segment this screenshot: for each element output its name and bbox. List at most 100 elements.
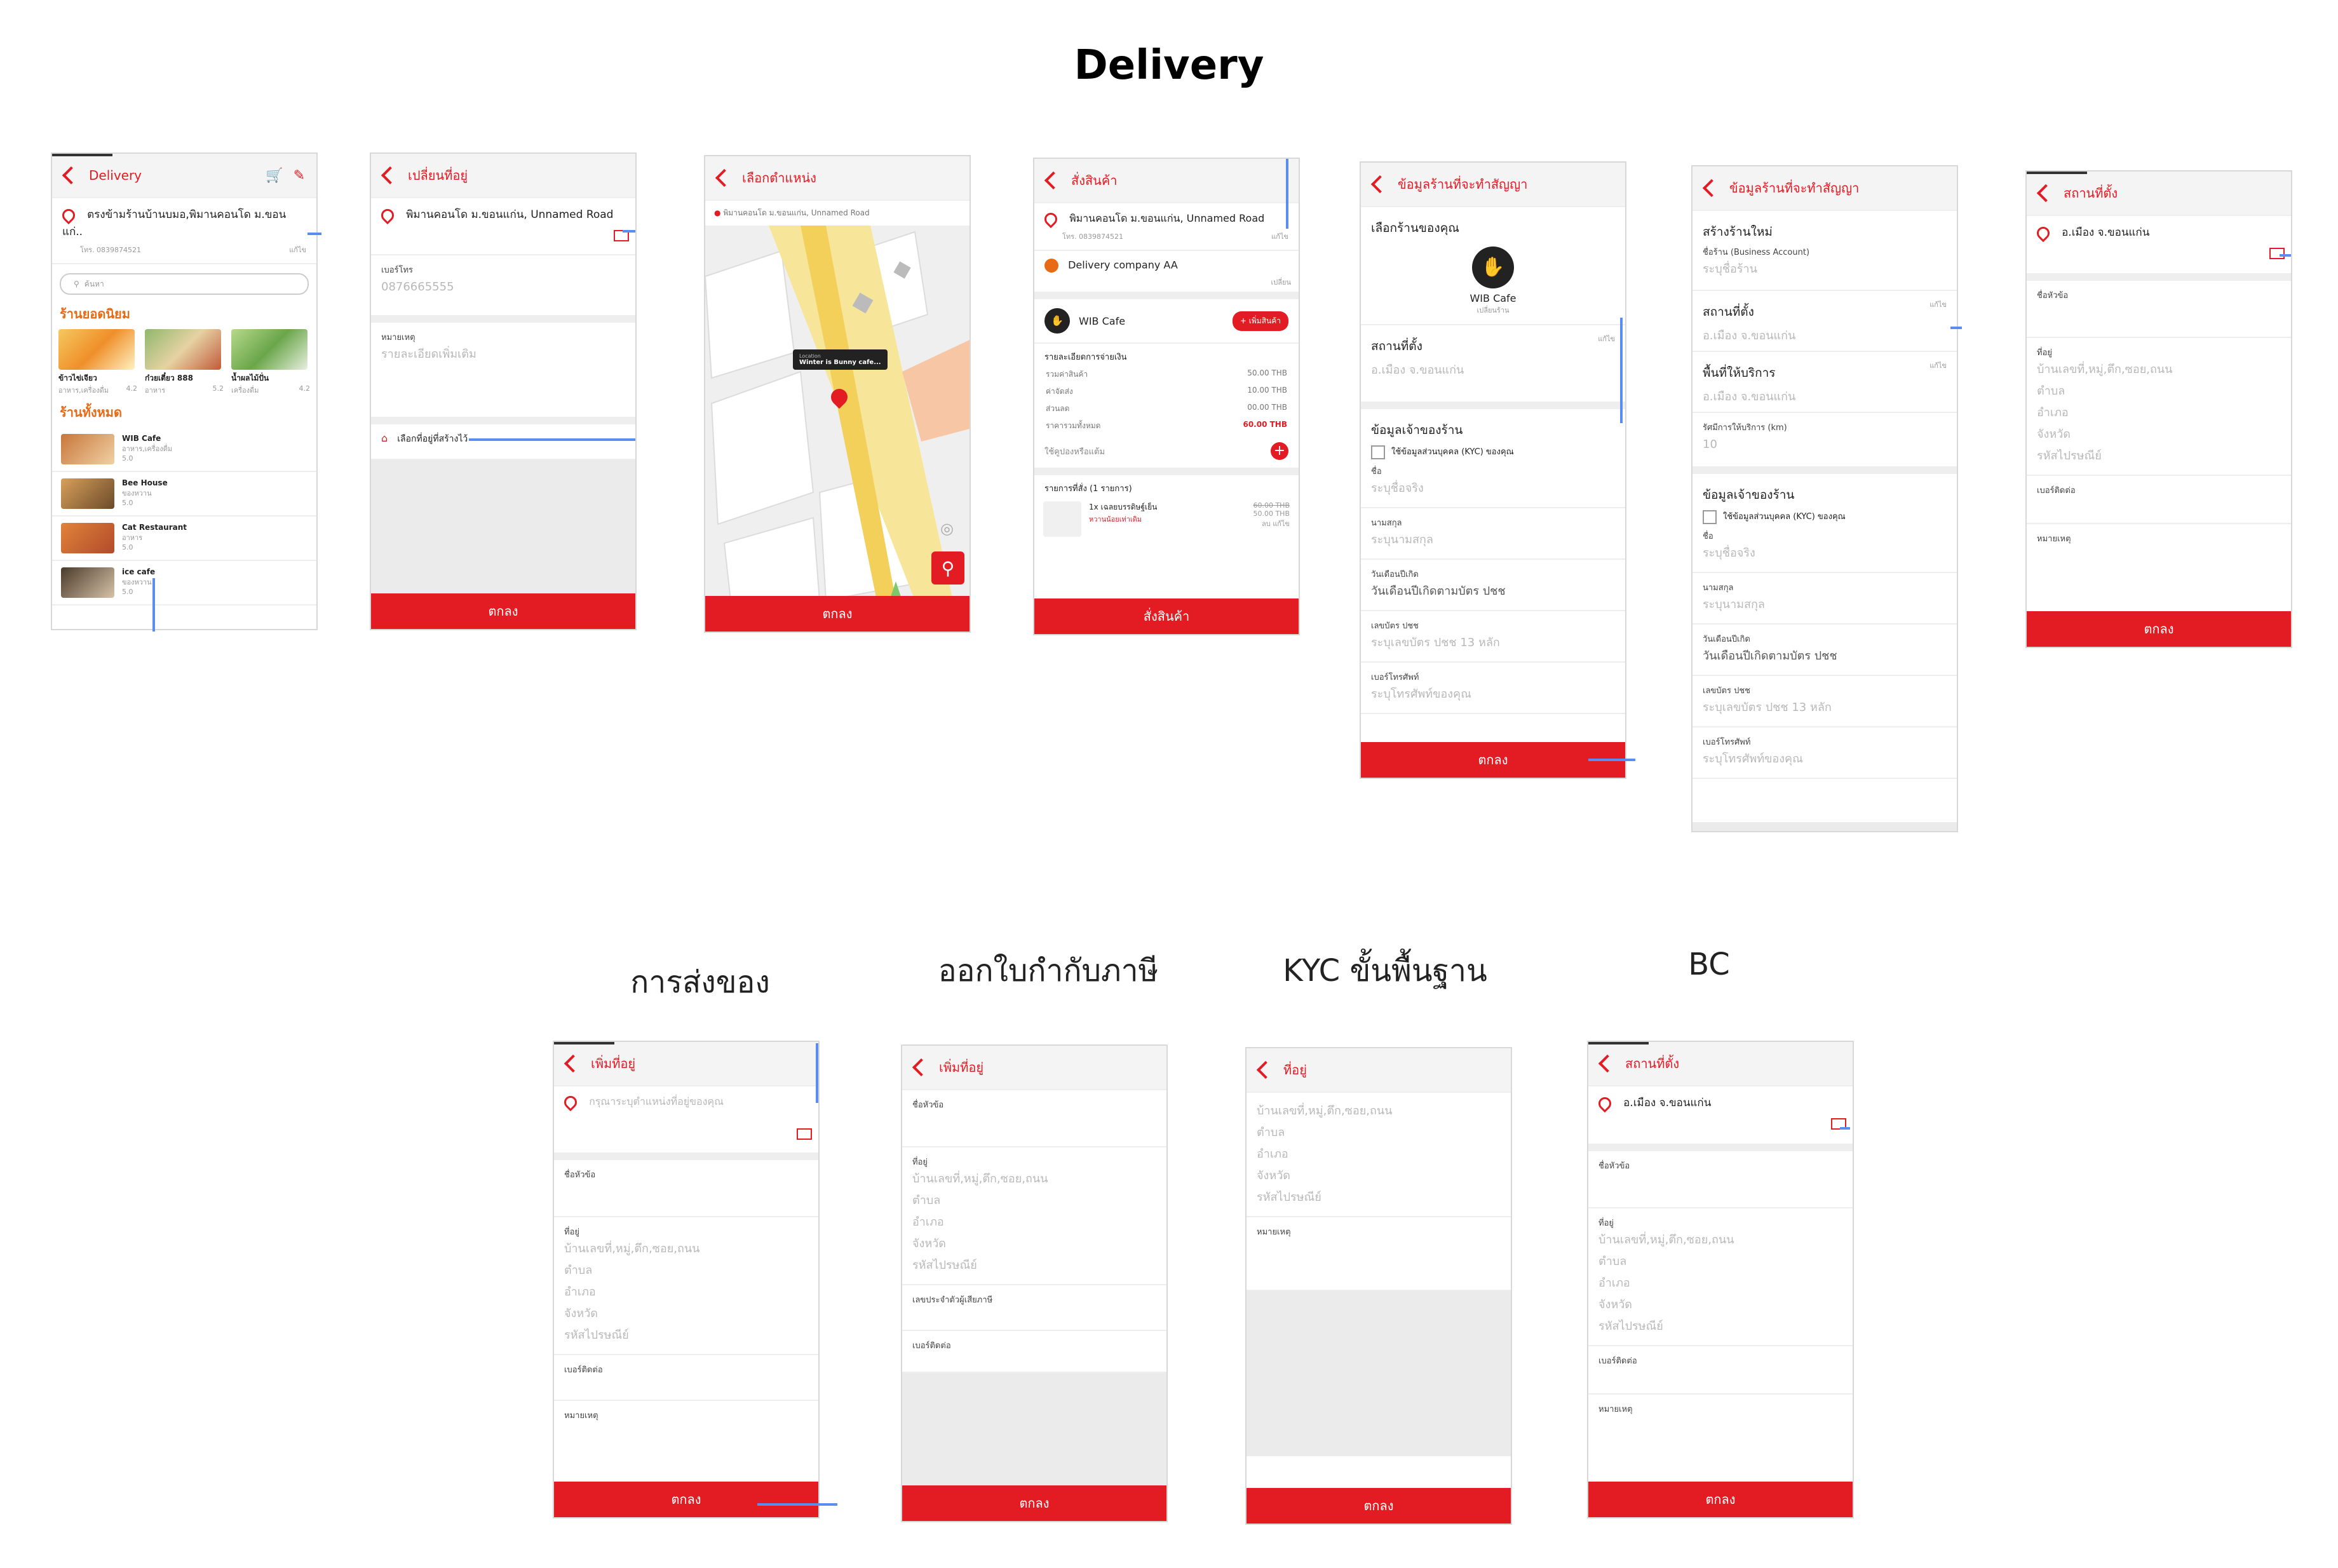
field-input[interactable]: ระบุนามสกุล	[1703, 594, 1947, 616]
name-field[interactable]: ชื่อหัวข้อ	[1588, 1151, 1853, 1208]
subdistrict-input[interactable]: ตำบล	[1598, 1251, 1842, 1273]
field-input[interactable]: ระบุโทรศัพท์ของคุณ	[1703, 748, 1947, 770]
delivery-company-row[interactable]: Delivery company AA เปลี่ยน	[1034, 251, 1299, 293]
shop-row[interactable]: Bee House ของหวาน 5.0	[52, 472, 316, 517]
search-icon[interactable]: ⚲	[931, 551, 964, 585]
note-field[interactable]: หมายเหตุ	[1588, 1395, 1853, 1467]
edit-link[interactable]: แก้ไข	[1598, 333, 1615, 360]
ok-button[interactable]: ตกลง	[902, 1485, 1166, 1521]
field-input[interactable]: ระบุโทรศัพท์ของคุณ	[1371, 684, 1615, 705]
form-field[interactable]: นามสกุล ระบุนามสกุล	[1693, 573, 1957, 625]
business-input[interactable]: ระบุชื่อร้าน	[1703, 259, 1947, 280]
pin-icon[interactable]: ✎	[294, 168, 305, 184]
address-field[interactable]: ที่อยู่ บ้านเลขที่,หมู่,ตึก,ซอย,ถนน ตำบล…	[902, 1147, 1166, 1285]
shop-row[interactable]: Cat Restaurant อาหาร 5.0	[52, 517, 316, 561]
contact-field[interactable]: เบอร์ติดต่อ	[1588, 1346, 1853, 1395]
form-field[interactable]: เบอร์โทรศัพท์ ระบุโทรศัพท์ของคุณ	[1361, 663, 1625, 714]
address-field[interactable]: ที่อยู่ บ้านเลขที่,หมู่,ตึก,ซอย,ถนน ตำบล…	[1588, 1208, 1853, 1346]
ok-button[interactable]: ตกลง	[705, 596, 970, 632]
plus-icon[interactable]: +	[1271, 442, 1288, 460]
coupon-row[interactable]: ใช้คูปองหรือแต้ม +	[1034, 435, 1299, 469]
order-button[interactable]: สั่งสินค้า	[1034, 598, 1299, 634]
add-product-button[interactable]: + เพิ่มสินค้า	[1232, 311, 1288, 331]
ok-button[interactable]: ตกลง	[1588, 1482, 1853, 1517]
field-input[interactable]: วันเดือนปีเกิดตามบัตร ปชช	[1703, 645, 1947, 667]
radius-value[interactable]: 10	[1703, 434, 1947, 456]
edit-link[interactable]: แก้ไข	[1271, 231, 1288, 242]
form-field[interactable]: เลขบัตร ปชช ระบุเลขบัตร ปชช 13 หลัก	[1361, 611, 1625, 663]
address-line-input[interactable]: บ้านเลขที่,หมู่,ตึก,ซอย,ถนน	[1257, 1100, 1501, 1122]
back-icon[interactable]	[1702, 179, 1721, 198]
saved-address-link[interactable]: ⌂ เลือกที่อยู่ที่สร้างไว้	[371, 424, 635, 460]
service-area-field[interactable]: พื้นที่ให้บริการ แก้ไข อ.เมือง จ.ขอนแก่น	[1693, 352, 1957, 413]
form-field[interactable]: วันเดือนปีเกิด วันเดือนปีเกิดตามบัตร ปชช	[1693, 625, 1957, 676]
field-input[interactable]: ระบุเลขบัตร ปชช 13 หลัก	[1371, 632, 1615, 654]
ok-button[interactable]: ตกลง	[1247, 1488, 1511, 1524]
back-icon[interactable]	[1256, 1060, 1275, 1079]
address-row[interactable]: ตรงข้ามร้านบ้านบมอ,พิมานคอนโด ม.ขอนแก่..…	[52, 198, 316, 264]
back-icon[interactable]	[564, 1054, 583, 1073]
edit-link[interactable]: แก้ไข	[1929, 360, 1947, 386]
province-input[interactable]: จังหวัด	[1598, 1294, 1842, 1316]
name-field[interactable]: ชื่อหัวข้อ	[2027, 281, 2291, 338]
map-view[interactable]	[705, 226, 970, 600]
radius-field[interactable]: รัศมีการให้บริการ (km) 10	[1693, 413, 1957, 468]
address-row[interactable]: พิมานคอนโด ม.ขอนแก่น, Unnamed Road โทร. …	[1034, 203, 1299, 251]
ok-button[interactable]: ตกลง	[554, 1482, 818, 1517]
address-row[interactable]: พิมานคอนโด ม.ขอนแก่น, Unnamed Road	[371, 198, 635, 255]
address-line-input[interactable]: บ้านเลขที่,หมู่,ตึก,ซอย,ถนน	[1598, 1229, 1842, 1251]
address-line-input[interactable]: บ้านเลขที่,หมู่,ตึก,ซอย,ถนน	[564, 1238, 808, 1260]
popular-item[interactable]: ก๋วยเตี๋ยว 888 อาหาร 5.2	[145, 329, 224, 396]
back-icon[interactable]	[2036, 184, 2055, 203]
district-input[interactable]: อำเภอ	[1598, 1273, 1842, 1294]
field-input[interactable]: ระบุเลขบัตร ปชช 13 หลัก	[1703, 697, 1947, 719]
back-icon[interactable]	[62, 166, 81, 185]
address-line-input[interactable]: บ้านเลขที่,หมู่,ตึก,ซอย,ถนน	[912, 1168, 1156, 1190]
item-actions[interactable]: ลบ แก้ไข	[1253, 518, 1290, 529]
back-icon[interactable]	[1044, 171, 1063, 190]
note-field[interactable]: หมายเหตุ รายละเอียดเพิ่มเติม	[371, 323, 635, 418]
note-field[interactable]: หมายเหตุ	[1247, 1217, 1511, 1291]
postcode-input[interactable]: รหัสไปรษณีย์	[1257, 1187, 1501, 1208]
province-input[interactable]: จังหวัด	[1257, 1165, 1501, 1187]
contact-field[interactable]: เบอร์ติดต่อ	[2027, 476, 2291, 524]
address-row[interactable]: กรุณาระบุตำแหน่งที่อยู่ของคุณ	[554, 1086, 818, 1154]
field-input[interactable]: ระบุชื่อจริง	[1703, 543, 1947, 564]
postcode-input[interactable]: รหัสไปรษณีย์	[912, 1255, 1156, 1276]
address-line-input[interactable]: บ้านเลขที่,หมู่,ตึก,ซอย,ถนน	[2037, 359, 2281, 381]
postcode-input[interactable]: รหัสไปรษณีย์	[1598, 1316, 1842, 1337]
shop-row[interactable]: WIB Cafe อาหาร,เครื่องดื่ม 5.0	[52, 428, 316, 472]
province-input[interactable]: จังหวัด	[2037, 424, 2281, 445]
back-icon[interactable]	[715, 168, 734, 187]
subdistrict-input[interactable]: ตำบล	[2037, 381, 2281, 402]
back-icon[interactable]	[1598, 1054, 1617, 1073]
popular-item[interactable]: น้ำผลไม้ปั่น เครื่องดื่ม 4.2	[231, 329, 310, 396]
change-shop-link[interactable]: เปลี่ยนร้าน	[1371, 304, 1615, 316]
tax-id-field[interactable]: เลขประจำตัวผู้เสียภาษี	[902, 1285, 1166, 1331]
edit-link[interactable]: แก้ไข	[289, 244, 306, 255]
back-icon[interactable]	[381, 166, 400, 185]
address-row[interactable]: อ.เมือง จ.ขอนแก่น	[1588, 1086, 1853, 1145]
name-field[interactable]: ชื่อหัวข้อ	[554, 1160, 818, 1217]
map-icon[interactable]	[2269, 248, 2285, 259]
note-field[interactable]: หมายเหตุ	[2027, 524, 2291, 600]
district-input[interactable]: อำเภอ	[2037, 402, 2281, 424]
subdistrict-input[interactable]: ตำบล	[564, 1260, 808, 1281]
address-field[interactable]: ที่อยู่ บ้านเลขที่,หมู่,ตึก,ซอย,ถนน ตำบล…	[554, 1217, 818, 1355]
address-field[interactable]: บ้านเลขที่,หมู่,ตึก,ซอย,ถนน ตำบล อำเภอ จ…	[1247, 1093, 1511, 1217]
phone-field[interactable]: เบอร์โทร 0876665555	[371, 255, 635, 316]
form-field[interactable]: นามสกุล ระบุนามสกุล	[1361, 508, 1625, 560]
form-field[interactable]: เบอร์โทรศัพท์ ระบุโทรศัพท์ของคุณ	[1693, 727, 1957, 779]
popular-item[interactable]: ข้าวไข่เจียว อาหาร,เครื่องดื่ม 4.2	[58, 329, 137, 396]
district-input[interactable]: อำเภอ	[912, 1212, 1156, 1233]
location-field[interactable]: สถานที่ตั้ง แก้ไข อ.เมือง จ.ขอนแก่น	[1693, 291, 1957, 352]
shop-row[interactable]: ice cafe ของหวาน 5.0	[52, 561, 316, 605]
ok-button[interactable]: ตกลง	[2027, 611, 2291, 647]
district-input[interactable]: อำเภอ	[564, 1281, 808, 1303]
address-field[interactable]: ที่อยู่ บ้านเลขที่,หมู่,ตึก,ซอย,ถนน ตำบล…	[2027, 338, 2291, 476]
note-field[interactable]: หมายเหตุ	[554, 1401, 818, 1467]
district-input[interactable]: อำเภอ	[1257, 1144, 1501, 1165]
subdistrict-input[interactable]: ตำบล	[912, 1190, 1156, 1212]
postcode-input[interactable]: รหัสไปรษณีย์	[564, 1325, 808, 1346]
field-input[interactable]: วันเดือนปีเกิดตามบัตร ปชช	[1371, 581, 1615, 602]
